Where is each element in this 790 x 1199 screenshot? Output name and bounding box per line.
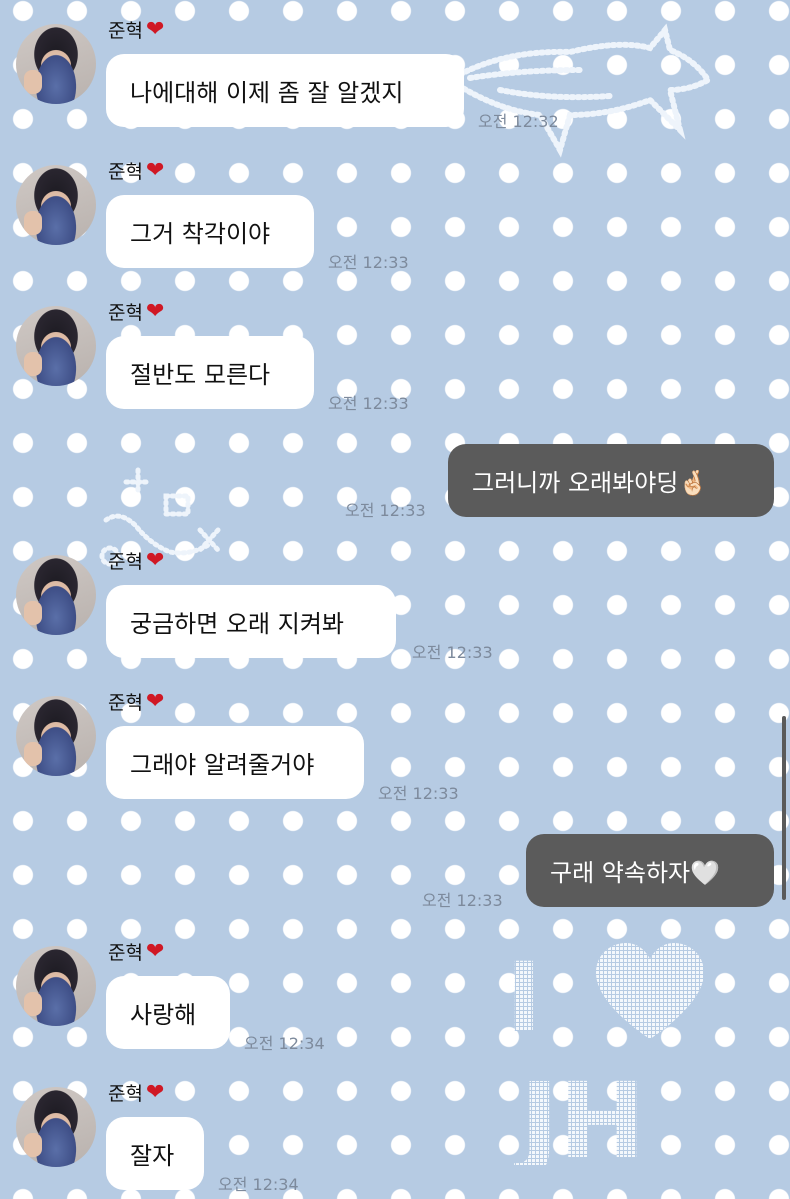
avatar[interactable] (16, 165, 96, 245)
red-heart-icon: ❤ (145, 157, 165, 183)
message-bubble-received[interactable]: 나에대해 이제 좀 잘 알겠지 (106, 54, 464, 127)
avatar[interactable] (16, 24, 96, 104)
message-timestamp: 오전 12:33 (412, 643, 493, 662)
avatar[interactable] (16, 306, 96, 386)
sender-name: 준혁 ❤ (108, 688, 164, 715)
sender-name: 준혁 ❤ (108, 1079, 164, 1106)
message-timestamp: 오전 12:33 (345, 501, 426, 520)
sender-name: 준혁 ❤ (108, 298, 164, 325)
message-bubble-received[interactable]: 그래야 알려줄거야 (106, 726, 364, 799)
sender-name-label: 준혁 (108, 551, 143, 573)
avatar-photo-detail (24, 992, 42, 1016)
message-timestamp: 오전 12:33 (328, 394, 409, 413)
red-heart-icon: ❤ (145, 16, 165, 42)
message-timestamp: 오전 12:33 (328, 253, 409, 272)
red-heart-icon: ❤ (145, 1079, 165, 1105)
sender-name-label: 준혁 (108, 302, 143, 324)
message-bubble-received[interactable]: 잘자 (106, 1117, 204, 1190)
sender-name-label: 준혁 (108, 692, 143, 714)
sender-name-label: 준혁 (108, 20, 143, 42)
sender-name: 준혁 ❤ (108, 16, 164, 43)
avatar[interactable] (16, 696, 96, 776)
avatar-photo-detail (24, 352, 42, 376)
red-heart-icon: ❤ (145, 298, 165, 324)
red-heart-icon: ❤ (145, 688, 165, 714)
avatar-photo-detail (24, 742, 42, 766)
heart-stitch-decoration: I JH (506, 942, 704, 1165)
message-bubble-received[interactable]: 절반도 모른다 (106, 336, 314, 409)
sender-name: 준혁 ❤ (108, 157, 164, 184)
sender-name: 준혁 ❤ (108, 938, 164, 965)
svg-text:I: I (506, 942, 542, 1054)
red-heart-icon: ❤ (145, 547, 165, 573)
avatar[interactable] (16, 555, 96, 635)
sender-name-label: 준혁 (108, 942, 143, 964)
sender-name-label: 준혁 (108, 161, 143, 183)
red-heart-icon: ❤ (145, 938, 165, 964)
message-bubble-sent[interactable]: 그러니까 오래봐야딩🤞🏻 (448, 444, 774, 517)
message-timestamp: 오전 12:34 (218, 1175, 299, 1194)
sender-name-label: 준혁 (108, 1083, 143, 1105)
whale-stitch-decoration (444, 23, 713, 158)
message-bubble-received[interactable]: 사랑해 (106, 976, 230, 1049)
avatar-photo-detail (24, 211, 42, 235)
message-bubble-received[interactable]: 궁금하면 오래 지켜봐 (106, 585, 396, 658)
sender-name: 준혁 ❤ (108, 547, 164, 574)
avatar[interactable] (16, 946, 96, 1026)
scrollbar[interactable] (782, 716, 786, 900)
avatar-photo-detail (24, 1133, 42, 1157)
message-timestamp: 오전 12:33 (378, 784, 459, 803)
message-timestamp: 오전 12:34 (244, 1034, 325, 1053)
avatar[interactable] (16, 1087, 96, 1167)
avatar-photo-detail (24, 601, 42, 625)
message-bubble-sent[interactable]: 구래 약속하자🤍 (526, 834, 774, 907)
message-timestamp: 오전 12:33 (422, 891, 503, 910)
message-timestamp: 오전 12:32 (478, 112, 559, 131)
avatar-photo-detail (24, 70, 42, 94)
svg-text:JH: JH (514, 1060, 646, 1165)
message-bubble-received[interactable]: 그거 착각이야 (106, 195, 314, 268)
